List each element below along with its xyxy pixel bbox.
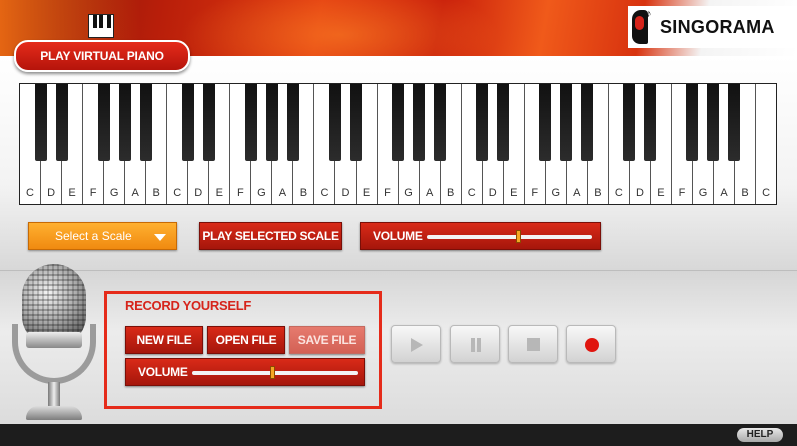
key-label: C	[320, 187, 329, 199]
play-selected-scale-button[interactable]: PLAY SELECTED SCALE	[199, 222, 342, 250]
black-key-d-sharp[interactable]	[350, 84, 362, 161]
key-label: D	[488, 187, 497, 199]
key-label: A	[573, 187, 581, 199]
key-label: C	[26, 187, 34, 199]
volume-label: VOLUME	[138, 365, 188, 379]
footer-bar	[0, 424, 797, 446]
black-key-g-sharp[interactable]	[707, 84, 719, 161]
scale-select-dropdown[interactable]: Select a Scale	[28, 222, 177, 250]
chevron-down-icon	[154, 234, 166, 241]
play-icon	[411, 338, 423, 352]
scale-select-label: Select a Scale	[55, 229, 132, 243]
black-key-d-sharp[interactable]	[497, 84, 509, 161]
black-key-a-sharp[interactable]	[434, 84, 446, 161]
black-key-f-sharp[interactable]	[98, 84, 110, 161]
key-label: B	[741, 187, 749, 199]
key-label: C	[173, 187, 182, 199]
volume-track	[427, 235, 592, 239]
key-label: F	[678, 187, 686, 199]
page-title: PLAY VIRTUAL PIANO	[40, 49, 164, 63]
open-file-button[interactable]: OPEN FILE	[207, 326, 285, 354]
key-label: A	[131, 187, 139, 199]
key-label: C	[614, 187, 623, 199]
volume-track	[192, 371, 358, 375]
key-label: A	[720, 187, 728, 199]
key-label: C	[762, 187, 771, 199]
black-key-c-sharp[interactable]	[182, 84, 194, 161]
key-label: F	[236, 187, 244, 199]
recorder-volume-slider[interactable]: VOLUME	[125, 358, 365, 386]
key-label: A	[278, 187, 287, 199]
black-key-a-sharp[interactable]	[728, 84, 740, 161]
black-key-d-sharp[interactable]	[56, 84, 68, 161]
key-label: E	[215, 187, 223, 199]
black-key-f-sharp[interactable]	[392, 84, 404, 161]
stop-button[interactable]	[508, 325, 558, 363]
key-label: F	[531, 187, 539, 199]
black-key-c-sharp[interactable]	[623, 84, 635, 161]
help-button[interactable]: HELP	[737, 428, 783, 442]
music-note-icon: ♪	[646, 8, 652, 20]
white-key-c[interactable]: C	[756, 84, 777, 204]
black-key-c-sharp[interactable]	[329, 84, 341, 161]
black-key-d-sharp[interactable]	[203, 84, 215, 161]
key-label: G	[109, 187, 119, 199]
black-key-c-sharp[interactable]	[35, 84, 47, 161]
black-key-d-sharp[interactable]	[644, 84, 656, 161]
black-key-g-sharp[interactable]	[266, 84, 278, 161]
key-label: G	[404, 187, 413, 199]
black-key-a-sharp[interactable]	[581, 84, 593, 161]
record-yourself-title: RECORD YOURSELF	[125, 298, 251, 313]
key-label: G	[551, 187, 561, 199]
black-key-g-sharp[interactable]	[413, 84, 425, 161]
volume-knob[interactable]	[269, 366, 275, 379]
key-label: B	[152, 187, 160, 199]
piano-volume-slider[interactable]: VOLUME	[360, 222, 601, 250]
black-key-a-sharp[interactable]	[287, 84, 299, 161]
black-key-g-sharp[interactable]	[119, 84, 131, 161]
key-label: B	[594, 187, 602, 199]
record-icon	[585, 338, 599, 352]
play-button[interactable]	[391, 325, 441, 363]
key-label: E	[657, 187, 665, 199]
key-label: G	[257, 187, 266, 199]
black-key-f-sharp[interactable]	[245, 84, 257, 161]
key-label: E	[362, 187, 371, 199]
key-label: B	[446, 187, 455, 199]
black-key-f-sharp[interactable]	[686, 84, 698, 161]
key-label: A	[425, 187, 434, 199]
key-label: D	[635, 187, 644, 199]
pause-icon	[469, 338, 483, 352]
save-file-button[interactable]: SAVE FILE	[289, 326, 365, 354]
black-key-g-sharp[interactable]	[560, 84, 572, 161]
record-button[interactable]	[566, 325, 616, 363]
key-label: D	[341, 187, 350, 199]
piano-icon	[88, 14, 114, 38]
key-label: F	[89, 187, 97, 199]
key-label: F	[384, 187, 391, 199]
key-label: E	[68, 187, 76, 199]
black-key-f-sharp[interactable]	[539, 84, 551, 161]
black-key-c-sharp[interactable]	[476, 84, 488, 161]
microphone-icon	[8, 264, 98, 424]
singorama-logo: ♪ SINGORAMA	[628, 6, 797, 48]
page-title-tab: PLAY VIRTUAL PIANO	[14, 40, 190, 72]
key-label: D	[194, 187, 203, 199]
key-label: G	[698, 187, 708, 199]
virtual-piano-app: ♪ SINGORAMA PLAY VIRTUAL PIANO CDEFGABCD…	[0, 0, 797, 446]
stop-icon	[527, 338, 540, 351]
key-label: B	[299, 187, 308, 199]
key-label: D	[47, 187, 56, 199]
brand-name: SINGORAMA	[660, 17, 775, 37]
volume-label: VOLUME	[373, 229, 423, 243]
key-label: E	[510, 187, 518, 199]
pause-button[interactable]	[450, 325, 500, 363]
volume-knob[interactable]	[515, 230, 521, 243]
piano-keyboard[interactable]: CDEFGABCDEFGABCDEFGABCDEFGABCDEFGABC	[19, 83, 777, 205]
key-label: C	[467, 187, 476, 199]
black-key-a-sharp[interactable]	[140, 84, 152, 161]
new-file-button[interactable]: NEW FILE	[125, 326, 203, 354]
